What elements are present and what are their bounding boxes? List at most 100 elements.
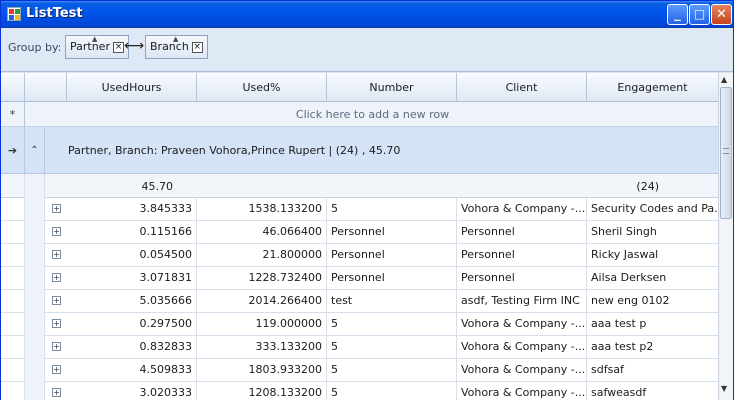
expand-row-icon[interactable]: + xyxy=(52,319,61,328)
remove-group-icon[interactable]: × xyxy=(191,42,203,53)
close-button[interactable]: ✕ xyxy=(711,4,732,25)
column-header-client[interactable]: Client xyxy=(457,73,587,102)
row-indicator-cell[interactable] xyxy=(1,198,25,221)
title-bar[interactable]: ListTest _ □ ✕ xyxy=(1,1,733,28)
cell-engagement[interactable]: aaa test p xyxy=(587,313,718,336)
cell-client[interactable]: Vohora & Company -... xyxy=(457,198,587,221)
expand-row-icon[interactable]: + xyxy=(52,296,61,305)
cell-client[interactable]: Vohora & Company -... xyxy=(457,359,587,382)
cell-engagement[interactable]: safweasdf xyxy=(587,382,718,400)
expand-row-icon[interactable]: + xyxy=(52,204,61,213)
cell-number[interactable]: 5 xyxy=(327,336,457,359)
expand-row-icon[interactable]: + xyxy=(52,250,61,259)
cell-client[interactable]: Personnel xyxy=(457,244,587,267)
cell-engagement[interactable]: Sheril Singh xyxy=(587,221,718,244)
cell-usedhours[interactable]: 3.020333 xyxy=(67,382,197,400)
minimize-button[interactable]: _ xyxy=(667,4,688,25)
table-row[interactable]: +3.020333 1208.133200 5 Vohora & Company -.… xyxy=(1,382,718,400)
expand-row-icon[interactable]: + xyxy=(52,342,61,351)
table-row[interactable]: +4.509833 1803.933200 5 Vohora & Company -.… xyxy=(1,359,718,382)
cell-usedhours[interactable]: 0.115166 xyxy=(67,221,197,244)
cell-usedpct[interactable]: 1538.133200 xyxy=(197,198,327,221)
row-indicator-cell[interactable] xyxy=(1,336,25,359)
row-indicator-cell[interactable] xyxy=(1,244,25,267)
expand-row-icon[interactable]: + xyxy=(52,273,61,282)
summary-usedhours: 45.70 xyxy=(141,180,174,193)
column-header-usedhours[interactable]: UsedHours xyxy=(67,73,197,102)
row-indicator-cell[interactable] xyxy=(1,290,25,313)
cell-number[interactable]: Personnel xyxy=(327,267,457,290)
table-row[interactable]: +0.832833 333.133200 5 Vohora & Company -..… xyxy=(1,336,718,359)
row-indent-cell xyxy=(25,359,45,382)
vertical-scrollbar[interactable]: ▲ ▼ xyxy=(718,73,733,400)
row-indicator-cell[interactable] xyxy=(1,359,25,382)
table-row[interactable]: +0.115166 46.066400 Personnel Personnel Sher… xyxy=(1,221,718,244)
cell-engagement[interactable]: Ailsa Derksen xyxy=(587,267,718,290)
cell-usedpct[interactable]: 1803.933200 xyxy=(197,359,327,382)
cell-client[interactable]: asdf, Testing Firm INC xyxy=(457,290,587,313)
cell-usedpct[interactable]: 21.800000 xyxy=(197,244,327,267)
cell-usedhours[interactable]: 0.832833 xyxy=(67,336,197,359)
cell-usedhours[interactable]: 3.845333 xyxy=(67,198,197,221)
app-icon xyxy=(7,7,21,21)
cell-number[interactable]: 5 xyxy=(327,382,457,400)
cell-engagement[interactable]: new eng 0102 xyxy=(587,290,718,313)
row-indicator-cell[interactable] xyxy=(1,221,25,244)
column-header-row: UsedHours Used% Number Client Engagement xyxy=(1,73,718,102)
cell-usedhours[interactable]: 4.509833 xyxy=(67,359,197,382)
scroll-down-arrow-icon[interactable]: ▼ xyxy=(721,384,727,393)
cell-engagement[interactable]: aaa test p2 xyxy=(587,336,718,359)
cell-usedhours[interactable]: 5.035666 xyxy=(67,290,197,313)
row-indicator-cell[interactable] xyxy=(1,313,25,336)
cell-usedpct[interactable]: 46.066400 xyxy=(197,221,327,244)
cell-number[interactable]: Personnel xyxy=(327,221,457,244)
group-link-arrow-icon: ⟷ xyxy=(124,38,145,54)
column-header-usedpct[interactable]: Used% xyxy=(197,73,327,102)
row-indicator-cell[interactable] xyxy=(1,267,25,290)
scroll-up-arrow-icon[interactable]: ▲ xyxy=(721,75,727,84)
group-header-row[interactable]: ➔ ⌃ Partner, Branch: Praveen Vohora,Prin… xyxy=(1,127,718,174)
cell-engagement[interactable]: Ricky Jaswal xyxy=(587,244,718,267)
maximize-button[interactable]: □ xyxy=(689,4,710,25)
cell-number[interactable]: 5 xyxy=(327,313,457,336)
cell-usedhours[interactable]: 0.297500 xyxy=(67,313,197,336)
scrollbar-thumb[interactable] xyxy=(720,87,732,219)
cell-usedpct[interactable]: 119.000000 xyxy=(197,313,327,336)
cell-usedpct[interactable]: 1208.133200 xyxy=(197,382,327,400)
row-indent-cell xyxy=(25,244,45,267)
cell-usedpct[interactable]: 333.133200 xyxy=(197,336,327,359)
cell-number[interactable]: test xyxy=(327,290,457,313)
window-title: ListTest xyxy=(26,6,83,21)
cell-usedhours[interactable]: 0.054500 xyxy=(67,244,197,267)
cell-engagement[interactable]: sdfsaf xyxy=(587,359,718,382)
collapse-group-icon[interactable]: ⌃ xyxy=(25,127,45,174)
remove-group-icon[interactable]: × xyxy=(112,42,124,53)
table-row[interactable]: +5.035666 2014.266400 test asdf, Testing Fi… xyxy=(1,290,718,313)
table-row[interactable]: +0.297500 119.000000 5 Vohora & Company -..… xyxy=(1,313,718,336)
expand-row-icon[interactable]: + xyxy=(52,365,61,374)
cell-usedpct[interactable]: 2014.266400 xyxy=(197,290,327,313)
column-header-number[interactable]: Number xyxy=(327,73,457,102)
cell-number[interactable]: 5 xyxy=(327,359,457,382)
cell-client[interactable]: Vohora & Company -... xyxy=(457,336,587,359)
table-row[interactable]: +3.071831 1228.732400 Personnel Personnel Ai… xyxy=(1,267,718,290)
cell-client[interactable]: Personnel xyxy=(457,221,587,244)
cell-number[interactable]: 5 xyxy=(327,198,457,221)
cell-usedpct[interactable]: 1228.732400 xyxy=(197,267,327,290)
row-indicator-cell[interactable] xyxy=(1,382,25,400)
cell-usedhours[interactable]: 3.071831 xyxy=(67,267,197,290)
cell-client[interactable]: Vohora & Company -... xyxy=(457,382,587,400)
column-header-engagement[interactable]: Engagement xyxy=(587,73,718,102)
cell-client[interactable]: Personnel xyxy=(457,267,587,290)
cell-number[interactable]: Personnel xyxy=(327,244,457,267)
table-row[interactable]: +3.845333 1538.133200 5 Vohora & Company -.… xyxy=(1,198,718,221)
expand-row-icon[interactable]: + xyxy=(52,227,61,236)
group-chip-branch[interactable]: ▲ Branch × xyxy=(145,35,208,59)
expand-row-icon[interactable]: + xyxy=(52,388,61,397)
group-chip-partner[interactable]: ▲ Partner × xyxy=(65,35,129,59)
cell-engagement[interactable]: Security Codes and Pa... xyxy=(587,198,718,221)
add-new-row[interactable]: * Click here to add a new row xyxy=(1,102,718,127)
cell-client[interactable]: Vohora & Company -... xyxy=(457,313,587,336)
row-indent-cell xyxy=(25,336,45,359)
table-row[interactable]: +0.054500 21.800000 Personnel Personnel Rick… xyxy=(1,244,718,267)
